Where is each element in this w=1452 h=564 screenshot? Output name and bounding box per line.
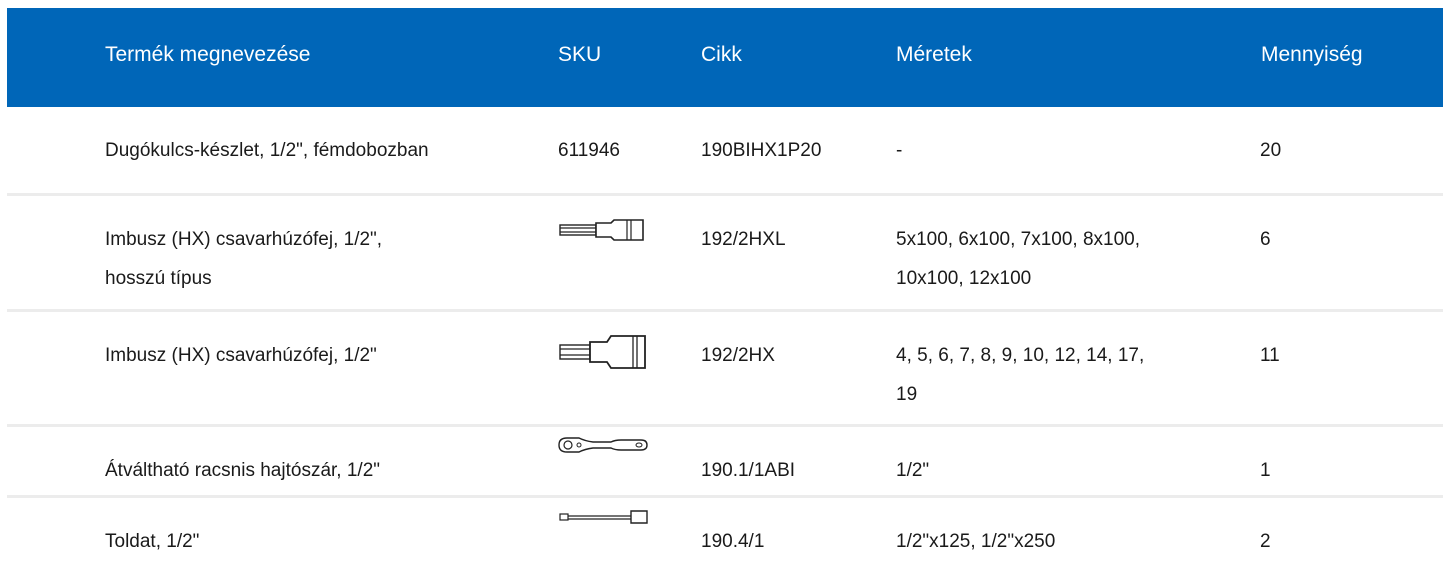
sizes-value: 5x100, 6x100, 7x100, 8x100, 10x100, 12x1…	[896, 220, 1140, 298]
extension-bar-icon	[555, 508, 651, 526]
product-name-line: Imbusz (HX) csavarhúzófej, 1/2",	[105, 229, 383, 250]
long-hex-bit-socket-icon	[555, 217, 651, 243]
sizes-line: 5x100, 6x100, 7x100, 8x100,	[896, 229, 1141, 250]
header-sizes: Méretek	[896, 43, 972, 66]
header-product-name: Termék megnevezése	[105, 43, 311, 66]
quantity-value: 20	[1260, 140, 1282, 161]
sizes-value: 1/2"	[896, 451, 929, 490]
product-name: Toldat, 1/2"	[105, 522, 199, 561]
table-header: Termék megnevezése SKU Cikk Méretek Menn…	[7, 8, 1443, 107]
ratchet-icon	[555, 435, 651, 455]
product-name: Imbusz (HX) csavarhúzófej, 1/2"	[105, 336, 377, 375]
sizes-value: 1/2"x125, 1/2"x250	[896, 522, 1055, 561]
header-quantity: Mennyiség	[1261, 43, 1363, 66]
table-row: Imbusz (HX) csavarhúzófej, 1/2" 192/2HX …	[7, 312, 1443, 427]
sizes-line: 19	[896, 384, 918, 405]
product-name: Imbusz (HX) csavarhúzófej, 1/2", hosszú …	[105, 220, 382, 298]
table-row: Toldat, 1/2" 190.4/1 1/2"x125, 1/2"x250 …	[7, 498, 1443, 564]
product-name-line: Átváltható racsnis hajtószár, 1/2"	[105, 460, 380, 481]
product-name: Dugókulcs-készlet, 1/2", fémdobozban	[105, 131, 429, 170]
product-name-line: Imbusz (HX) csavarhúzófej, 1/2"	[105, 345, 377, 366]
product-name-line: Toldat, 1/2"	[105, 531, 200, 552]
cikk-value: 190.4/1	[701, 531, 765, 552]
table-row: Dugókulcs-készlet, 1/2", fémdobozban 611…	[7, 107, 1443, 196]
quantity-value: 2	[1260, 531, 1271, 552]
table-row: Átváltható racsnis hajtószár, 1/2" 190.1…	[7, 427, 1443, 498]
sizes-line: 4, 5, 6, 7, 8, 9, 10, 12, 14, 17,	[896, 345, 1145, 366]
cikk-value: 192/2HX	[701, 345, 775, 366]
cikk-value: 190.1/1ABI	[701, 460, 796, 481]
product-name-line: Dugókulcs-készlet, 1/2", fémdobozban	[105, 140, 429, 161]
quantity-value: 6	[1260, 229, 1271, 250]
sku-value: 611946	[558, 140, 620, 161]
sizes-line: -	[896, 140, 903, 161]
product-name: Átváltható racsnis hajtószár, 1/2"	[105, 451, 380, 490]
cikk-value: 192/2HXL	[701, 229, 786, 250]
cikk-value: 190BIHX1P20	[701, 140, 822, 161]
quantity-value: 11	[1260, 345, 1280, 366]
sizes-line: 1/2"	[896, 460, 930, 481]
product-table: Termék megnevezése SKU Cikk Méretek Menn…	[7, 8, 1443, 564]
header-cikk: Cikk	[701, 43, 742, 66]
sizes-value: 4, 5, 6, 7, 8, 9, 10, 12, 14, 17, 19	[896, 336, 1144, 414]
sizes-line: 1/2"x125, 1/2"x250	[896, 531, 1056, 552]
product-name-line: hosszú típus	[105, 268, 212, 289]
hex-bit-socket-icon	[555, 333, 651, 373]
quantity-value: 1	[1260, 460, 1271, 481]
table-row: Imbusz (HX) csavarhúzófej, 1/2", hosszú …	[7, 196, 1443, 312]
header-sku: SKU	[558, 43, 602, 66]
sizes-value: -	[896, 131, 902, 170]
sizes-line: 10x100, 12x100	[896, 268, 1032, 289]
